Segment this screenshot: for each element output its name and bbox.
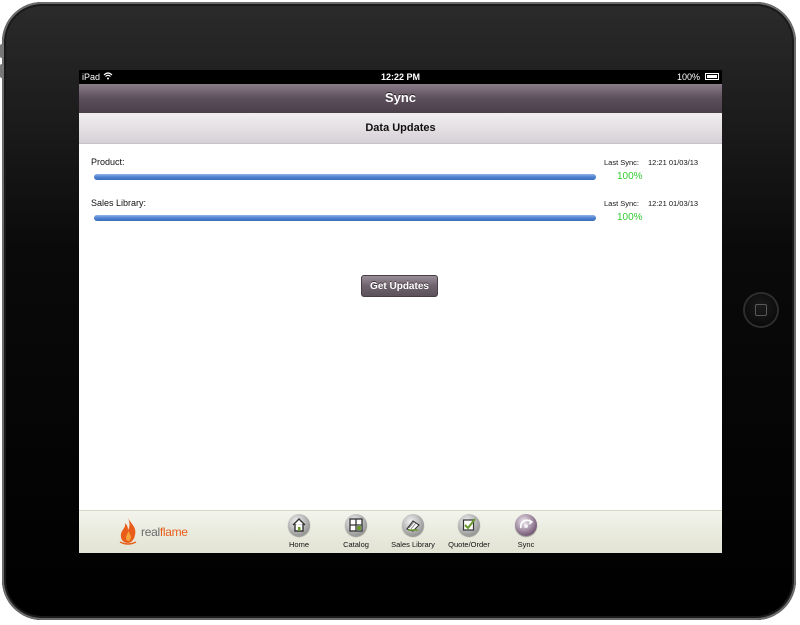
sync-item-label: Sales Library: (91, 198, 147, 208)
progress-percent: 100% (617, 171, 643, 182)
sync-item-label: Product: (91, 157, 125, 167)
tab-label: Sync (517, 540, 535, 549)
get-updates-button[interactable]: Get Updates (361, 275, 438, 297)
tab-sales-library[interactable]: Sales Library (381, 514, 445, 552)
grid-icon (345, 514, 367, 536)
progress-fill (94, 174, 596, 180)
sync-row-sales-library: Sales Library: Last Sync: 12:21 01/03/13… (79, 198, 722, 238)
last-sync-label: Last Sync: (604, 199, 640, 208)
progress-fill (94, 215, 596, 221)
home-icon (288, 514, 310, 536)
tab-label: Quote/Order (448, 540, 490, 549)
tab-catalog[interactable]: Catalog (324, 514, 388, 552)
tab-bar: realflame Home Catalog Sales Library Quo… (79, 510, 722, 553)
ipad-device: iPad 12:22 PM 100% Sync Data Updates Pro… (0, 0, 800, 625)
progress-bar (94, 215, 596, 221)
checkmark-icon (458, 514, 480, 536)
tab-sync[interactable]: Sync (494, 514, 558, 552)
status-time: 12:22 PM (380, 72, 421, 82)
battery-percent: 100% (676, 72, 700, 82)
last-sync-label: Last Sync: (604, 158, 640, 167)
brand-name-part2: flame (159, 525, 188, 539)
tab-label: Home (288, 540, 309, 549)
books-icon (402, 514, 424, 536)
progress-bar (94, 174, 596, 180)
section-title: Data Updates (365, 122, 436, 134)
flame-icon (119, 518, 137, 545)
section-header: Data Updates (79, 113, 722, 144)
volume-button (0, 44, 4, 58)
status-bar: iPad 12:22 PM 100% (79, 70, 722, 84)
nav-title: Sync (384, 90, 417, 105)
home-button[interactable] (745, 294, 777, 326)
tab-home[interactable]: Home (267, 514, 331, 552)
brand-logo: realflame (117, 517, 217, 545)
side-switch (0, 64, 4, 78)
sync-icon (515, 514, 537, 536)
brand-name-part1: real (141, 525, 160, 539)
tab-quote-order[interactable]: Quote/Order (437, 514, 501, 552)
sync-row-product: Product: Last Sync: 12:21 01/03/13 100% (79, 157, 722, 197)
battery-icon (705, 73, 719, 80)
navigation-bar: Sync (79, 84, 722, 114)
tab-label: Catalog (343, 540, 369, 549)
app-screen: iPad 12:22 PM 100% Sync Data Updates Pro… (79, 70, 722, 553)
last-sync-time: 12:21 01/03/13 (648, 199, 699, 208)
brand-name: realflame (141, 525, 188, 539)
progress-percent: 100% (617, 212, 643, 223)
tab-label: Sales Library (391, 540, 435, 549)
last-sync-time: 12:21 01/03/13 (648, 158, 699, 167)
